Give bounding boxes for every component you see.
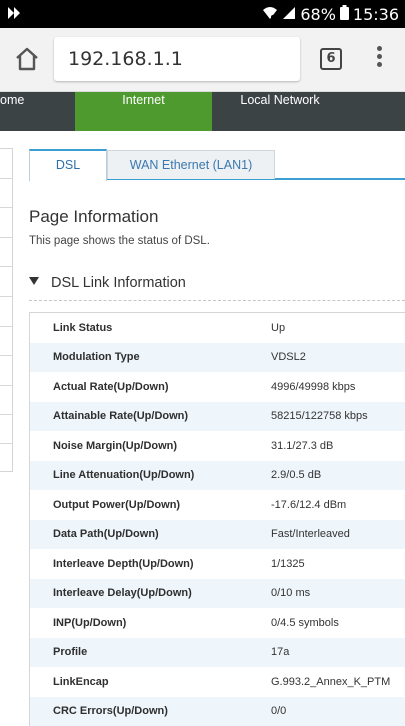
page-description: This page shows the status of DSL. xyxy=(29,235,210,247)
row-label: CRC Errors(Up/Down) xyxy=(30,705,271,717)
table-row: Line Attenuation(Up/Down)2.9/0.5 dB xyxy=(30,461,405,491)
table-row: Modulation TypeVDSL2 xyxy=(30,343,405,373)
more-options-icon[interactable] xyxy=(370,46,388,74)
table-row: Output Power(Up/Down)-17.6/12.4 dBm xyxy=(30,490,405,520)
battery-level: 68% xyxy=(300,5,336,24)
table-row: Noise Margin(Up/Down)31.1/27.3 dB xyxy=(30,431,405,461)
nav-local-network[interactable]: Local Network xyxy=(212,92,348,131)
nav-internet[interactable]: Internet xyxy=(75,92,212,131)
row-label: Actual Rate(Up/Down) xyxy=(30,381,271,393)
row-value: 0/0 xyxy=(271,705,405,717)
row-label: Data Path(Up/Down) xyxy=(30,528,271,540)
table-row: Attainable Rate(Up/Down)58215/122758 kbp… xyxy=(30,402,405,432)
table-row: Data Path(Up/Down)Fast/Interleaved xyxy=(30,520,405,550)
table-row: Link StatusUp xyxy=(30,313,405,343)
row-value: VDSL2 xyxy=(271,351,405,363)
table-row: CRC Errors(Up/Down)0/0 xyxy=(30,697,405,726)
table-row: Interleave Depth(Up/Down)1/1325 xyxy=(30,549,405,579)
clock: 15:36 xyxy=(353,5,399,24)
row-label: Output Power(Up/Down) xyxy=(30,499,271,511)
address-bar[interactable]: 192.168.1.1 xyxy=(54,37,300,81)
row-label: Profile xyxy=(30,646,271,658)
row-label: Interleave Depth(Up/Down) xyxy=(30,558,271,570)
row-label: Link Status xyxy=(30,322,271,334)
dsl-info-table: Link StatusUp Modulation TypeVDSL2 Actua… xyxy=(29,312,405,726)
url-text: 192.168.1.1 xyxy=(68,48,183,70)
row-value: G.993.2_Annex_K_PTM xyxy=(271,676,405,688)
row-label: Modulation Type xyxy=(30,351,271,363)
row-value: 58215/122758 kbps xyxy=(271,410,405,422)
main-nav: ome Internet Local Network xyxy=(0,92,405,131)
section-divider xyxy=(29,300,405,301)
page-title: Page Information xyxy=(29,207,158,227)
row-value: 0/10 ms xyxy=(271,587,405,599)
row-value: -17.6/12.4 dBm xyxy=(271,499,405,511)
row-label: LinkEncap xyxy=(30,676,271,688)
row-value: 2.9/0.5 dB xyxy=(271,469,405,481)
row-value: 4996/49998 kbps xyxy=(271,381,405,393)
tab-wan-ethernet[interactable]: WAN Ethernet (LAN1) xyxy=(107,150,275,179)
row-value: 1/1325 xyxy=(271,558,405,570)
table-row: INP(Up/Down)0/4.5 symbols xyxy=(30,608,405,638)
nav-home[interactable]: ome xyxy=(0,92,74,131)
row-label: Attainable Rate(Up/Down) xyxy=(30,410,271,422)
sidebar-menu xyxy=(0,148,13,472)
row-value: 0/4.5 symbols xyxy=(271,617,405,629)
row-value: Fast/Interleaved xyxy=(271,528,405,540)
signal-icon xyxy=(282,5,296,24)
row-label: Interleave Delay(Up/Down) xyxy=(30,587,271,599)
row-value: 17a xyxy=(271,646,405,658)
row-label: INP(Up/Down) xyxy=(30,617,271,629)
browser-toolbar: 192.168.1.1 6 xyxy=(0,28,405,92)
tab-switcher-button[interactable]: 6 xyxy=(320,48,342,70)
table-row: LinkEncapG.993.2_Annex_K_PTM xyxy=(30,667,405,697)
table-row: Interleave Delay(Up/Down)0/10 ms xyxy=(30,579,405,609)
section-header[interactable]: DSL Link Information xyxy=(29,275,186,291)
table-row: Actual Rate(Up/Down)4996/49998 kbps xyxy=(30,372,405,402)
section-title: DSL Link Information xyxy=(51,275,186,291)
row-label: Line Attenuation(Up/Down) xyxy=(30,469,271,481)
app-notification-icon xyxy=(6,5,22,25)
status-bar: 68% 15:36 xyxy=(0,0,405,28)
row-label: Noise Margin(Up/Down) xyxy=(30,440,271,452)
wifi-icon xyxy=(262,5,278,24)
row-value: 31.1/27.3 dB xyxy=(271,440,405,452)
tab-dsl[interactable]: DSL xyxy=(29,149,107,181)
battery-icon xyxy=(340,5,349,24)
collapse-triangle-icon xyxy=(29,277,39,285)
table-row: Profile17a xyxy=(30,638,405,668)
row-value: Up xyxy=(271,322,405,334)
home-icon[interactable] xyxy=(12,44,42,74)
